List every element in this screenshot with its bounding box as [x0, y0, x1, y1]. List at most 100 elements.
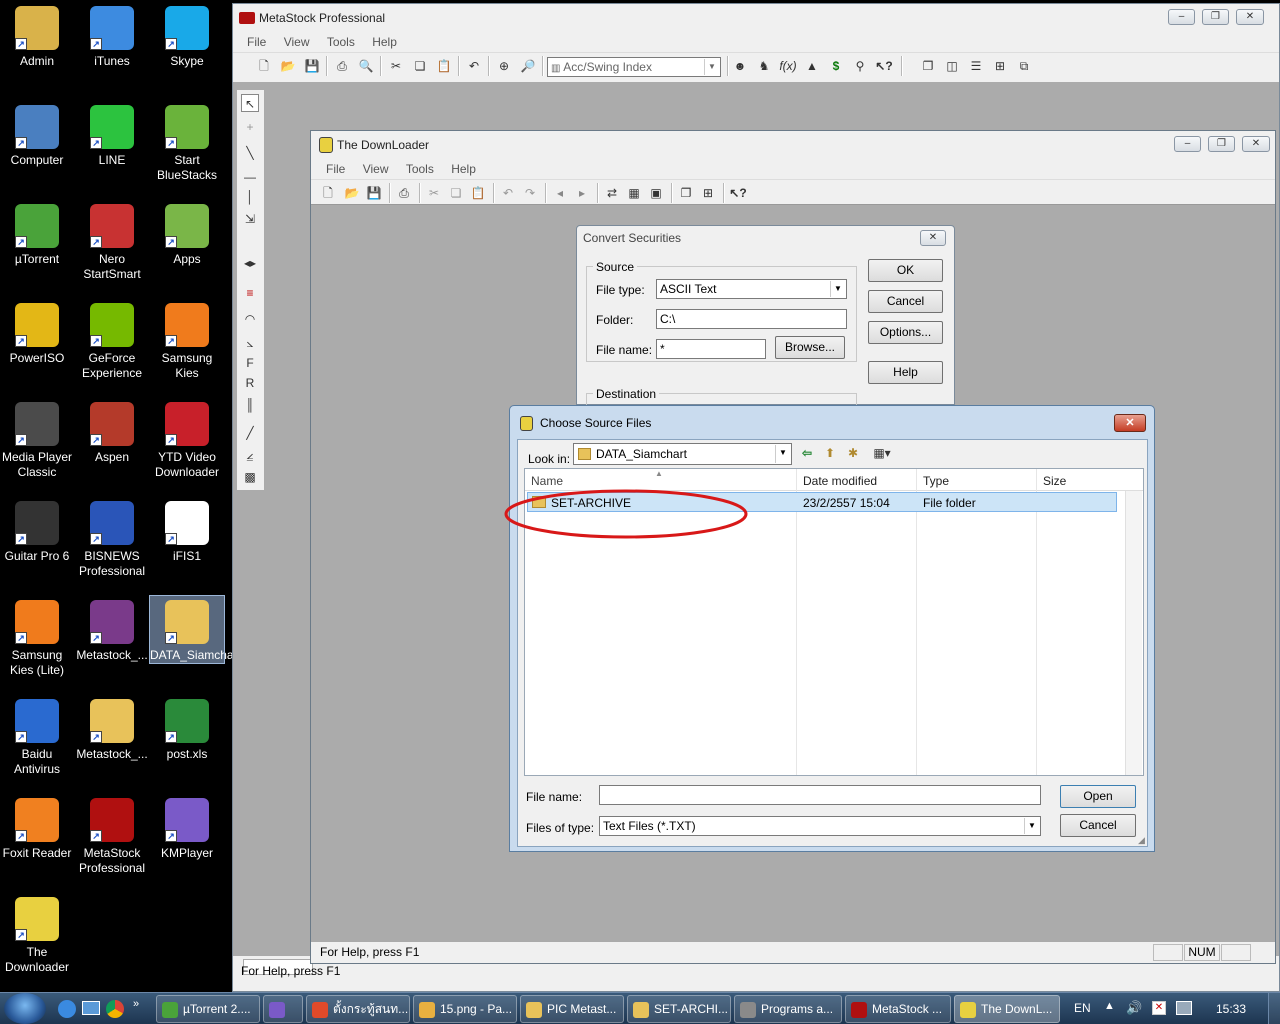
- col-size[interactable]: Size: [1043, 474, 1066, 488]
- desktop-icon-26[interactable]: ↗ MetaStock Professional: [75, 794, 149, 876]
- up-folder-icon[interactable]: ⬆: [821, 444, 839, 462]
- dl-new-icon[interactable]: 🗋: [319, 184, 337, 202]
- explorer-icon[interactable]: ♞: [755, 57, 773, 75]
- tile-horizontal-icon[interactable]: ☰: [967, 57, 985, 75]
- dl-update-icon[interactable]: ▣: [647, 184, 665, 202]
- fan-icon[interactable]: ⦣: [241, 334, 259, 352]
- desktop-icon-22[interactable]: ↗ Baidu Antivirus: [0, 695, 74, 777]
- folder-field[interactable]: C:\: [656, 309, 847, 329]
- trendline-icon[interactable]: ╲: [241, 144, 259, 162]
- context-help-icon[interactable]: ↖?: [875, 57, 893, 75]
- col-date-modified[interactable]: Date modified: [803, 474, 877, 488]
- desktop-icon-1[interactable]: ↗ Admin: [0, 2, 74, 69]
- file-name-field[interactable]: *: [656, 339, 766, 359]
- tile-vertical-icon[interactable]: ◫: [943, 57, 961, 75]
- menu-tools[interactable]: Tools: [327, 35, 355, 49]
- network-icon[interactable]: [1176, 1001, 1192, 1015]
- dl-menu-view[interactable]: View: [363, 162, 389, 176]
- convert-cancel-button[interactable]: Cancel: [868, 290, 943, 313]
- copy-icon[interactable]: ❏: [411, 57, 429, 75]
- volume-icon[interactable]: 🔊: [1126, 1000, 1142, 1016]
- quicklaunch-expand-icon[interactable]: »: [133, 998, 139, 1010]
- minimize-button[interactable]: –: [1168, 9, 1195, 25]
- desktop-icon-4[interactable]: ↗ Computer: [0, 101, 74, 168]
- desktop-icon-9[interactable]: ↗ Apps: [150, 200, 224, 267]
- taskbar-item[interactable]: PIC Metast...: [520, 995, 624, 1023]
- new-icon[interactable]: 🗋: [255, 57, 273, 75]
- downloader-close-button[interactable]: ✕: [1242, 136, 1270, 152]
- dl-open-icon[interactable]: 📂: [343, 184, 361, 202]
- menu-view[interactable]: View: [284, 35, 310, 49]
- zoom-icon[interactable]: 🔎: [519, 57, 537, 75]
- start-button[interactable]: [4, 993, 46, 1024]
- action-center-icon[interactable]: ✕: [1152, 1001, 1166, 1015]
- files-of-type-select[interactable]: Text Files (*.TXT) ▼: [599, 816, 1041, 836]
- dl-folder-icon[interactable]: ▦: [625, 184, 643, 202]
- undo-icon[interactable]: ↶: [465, 57, 483, 75]
- speed-lines-icon[interactable]: ⦤: [241, 446, 259, 464]
- desktop-icon-24[interactable]: ↗ post.xls: [150, 695, 224, 762]
- dl-undo-icon[interactable]: ↶: [499, 184, 517, 202]
- ok-button[interactable]: OK: [868, 259, 943, 282]
- crosshair-tool-icon[interactable]: +: [241, 118, 259, 136]
- arrange-icon[interactable]: ⧉: [1015, 57, 1033, 75]
- browse-button[interactable]: Browse...: [775, 336, 845, 359]
- cycle-line-icon[interactable]: ⇲: [241, 210, 259, 228]
- restore-button[interactable]: ❐: [1202, 9, 1229, 25]
- system-tester-icon[interactable]: ▲: [803, 57, 821, 75]
- line-icon[interactable]: ╱: [241, 424, 259, 442]
- downloader-minimize-button[interactable]: –: [1174, 136, 1201, 152]
- desktop-icon-15[interactable]: ↗ YTD Video Downloader: [150, 398, 224, 480]
- new-folder-icon[interactable]: ✱: [844, 444, 862, 462]
- desktop-icon-19[interactable]: ↗ Samsung Kies (Lite): [0, 596, 74, 678]
- desktop-icon-8[interactable]: ↗ Nero StartSmart: [75, 200, 149, 282]
- arc-icon[interactable]: ◠: [241, 310, 259, 328]
- taskbar-item[interactable]: 15.png - Pa...: [413, 995, 517, 1023]
- downloader-restore-button[interactable]: ❐: [1208, 136, 1235, 152]
- taskbar-item[interactable]: [263, 995, 303, 1023]
- dl-menu-tools[interactable]: Tools: [406, 162, 434, 176]
- dl-cascade-icon[interactable]: ❐: [677, 184, 695, 202]
- pointer-icon[interactable]: ↖: [241, 94, 259, 112]
- desktop-icon-5[interactable]: ↗ LINE: [75, 101, 149, 168]
- tray-expand-icon[interactable]: ▲: [1104, 1000, 1115, 1012]
- resize-grip[interactable]: ◢: [1138, 835, 1145, 846]
- crosshair-icon[interactable]: ⊕: [495, 57, 513, 75]
- zoom-bars-icon[interactable]: ◂▸: [241, 254, 259, 272]
- desktop-icon-21[interactable]: ↗ DATA_Siamchart: [149, 595, 241, 664]
- expert-advisor-icon[interactable]: ☻: [731, 57, 749, 75]
- dl-forward-icon[interactable]: ▸: [573, 184, 591, 202]
- taskbar-item[interactable]: The DownL...: [954, 995, 1060, 1023]
- language-indicator[interactable]: EN: [1074, 1001, 1091, 1015]
- tile-grid-icon[interactable]: ⊞: [991, 57, 1009, 75]
- gann-grid-icon[interactable]: ▩: [241, 468, 259, 486]
- desktop-icon-6[interactable]: ↗ Start BlueStacks: [150, 101, 224, 183]
- timezone-icon[interactable]: ║: [241, 396, 259, 414]
- retracement-icon[interactable]: R: [241, 374, 259, 392]
- desktop-icon-13[interactable]: ↗ Media Player Classic: [0, 398, 74, 480]
- desktop-icon-7[interactable]: ↗ µTorrent: [0, 200, 74, 267]
- convert-titlebar[interactable]: Convert Securities ✕: [577, 226, 954, 252]
- dl-cut-icon[interactable]: ✂: [425, 184, 443, 202]
- file-type-select[interactable]: ASCII Text ▼: [656, 279, 847, 299]
- dl-tile-icon[interactable]: ⊞: [699, 184, 717, 202]
- dl-convert-icon[interactable]: ⇄: [603, 184, 621, 202]
- col-type[interactable]: Type: [923, 474, 949, 488]
- dl-back-icon[interactable]: ◂: [551, 184, 569, 202]
- binoculars-icon[interactable]: ⚲: [851, 57, 869, 75]
- options-button[interactable]: Options...: [868, 321, 943, 344]
- taskbar-item[interactable]: µTorrent 2....: [156, 995, 260, 1023]
- dl-paste-icon[interactable]: 📋: [469, 184, 487, 202]
- horizontal-line-icon[interactable]: —: [241, 168, 259, 186]
- desktop-icon-28[interactable]: ↗ The Downloader: [0, 893, 74, 975]
- desktop-icon-18[interactable]: ↗ iFIS1: [150, 497, 224, 564]
- clock[interactable]: 15:33: [1216, 1002, 1246, 1016]
- close-button[interactable]: ✕: [1236, 9, 1264, 25]
- vertical-scrollbar[interactable]: [1125, 491, 1142, 775]
- dl-copy-icon[interactable]: ❏: [447, 184, 465, 202]
- menu-help[interactable]: Help: [372, 35, 397, 49]
- fibonacci-icon[interactable]: F: [241, 354, 259, 372]
- dollar-icon[interactable]: $: [827, 57, 845, 75]
- desktop-icon-14[interactable]: ↗ Aspen: [75, 398, 149, 465]
- desktop-icon[interactable]: [82, 1001, 100, 1015]
